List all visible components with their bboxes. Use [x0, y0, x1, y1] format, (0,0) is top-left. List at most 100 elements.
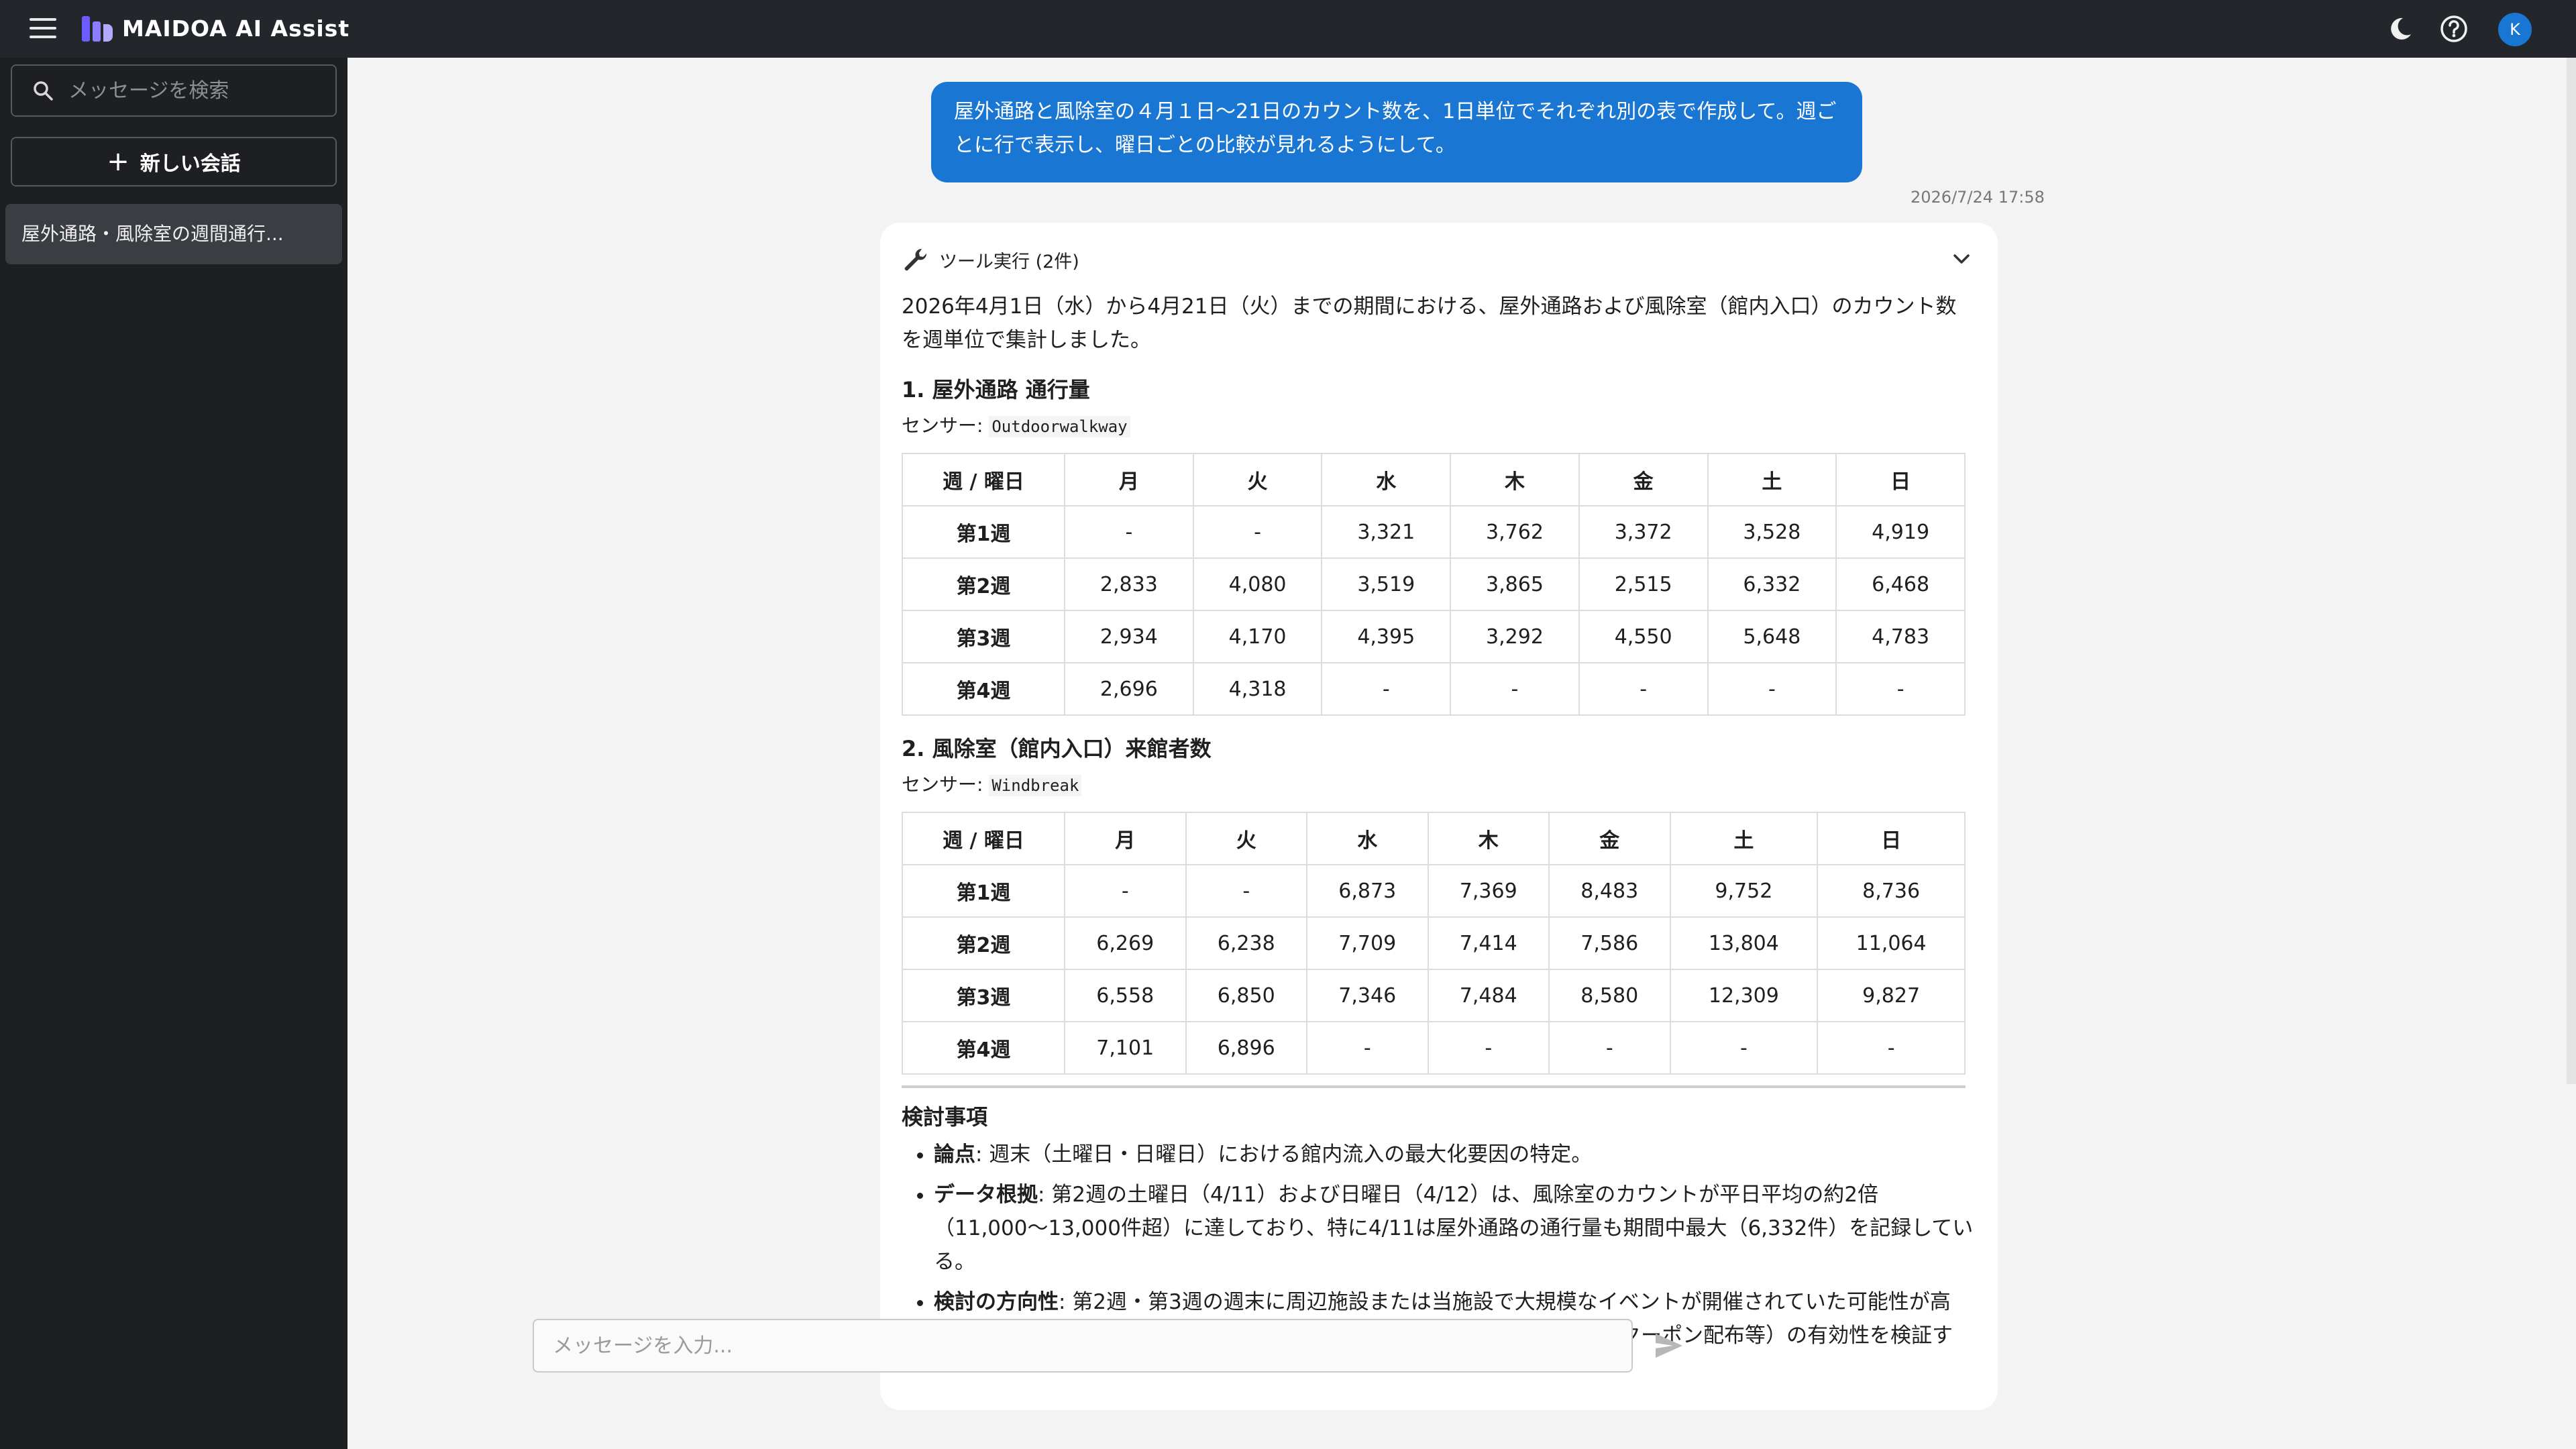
- message-timestamp: 2026/7/24 17:58: [1911, 188, 2045, 207]
- table-cell: 第1週: [902, 505, 1065, 559]
- table-cell: -: [1578, 662, 1709, 716]
- chat-main: 屋外通路と風除室の４月１日〜21日のカウント数を、1日単位でそれぞれ別の表で作成…: [347, 58, 2576, 1449]
- note-text: : 週末（土曜日・日曜日）における館内流入の最大化要因の特定。: [975, 1142, 1593, 1167]
- message-input[interactable]: [534, 1320, 1631, 1371]
- table-row: 第3週 6,558 6,850 7,346 7,484 8,580 12,309…: [902, 969, 1966, 1022]
- wrench-icon: [904, 248, 927, 271]
- table-cell: 第4週: [902, 662, 1065, 716]
- table-cell: 6,558: [1064, 969, 1187, 1022]
- table-header-row: 週 / 曜日 月 火 水 木 金 土 日: [902, 453, 1966, 506]
- table-cell: 4,080: [1192, 557, 1323, 611]
- user-message-bubble: 屋外通路と風除室の４月１日〜21日のカウント数を、1日単位でそれぞれ別の表で作成…: [931, 82, 1862, 182]
- table-row: 第2週 6,269 6,238 7,709 7,414 7,586 13,804…: [902, 916, 1966, 970]
- column-header: 週 / 曜日: [902, 453, 1065, 506]
- table-cell: 第4週: [902, 1021, 1065, 1075]
- tool-execution-toggle[interactable]: ツール実行 (2件): [902, 243, 1975, 276]
- help-icon[interactable]: [2439, 14, 2469, 44]
- sidebar: + 新しい会話 屋外通路・風除室の週間通行...: [0, 58, 347, 1449]
- table-cell: 第1週: [902, 864, 1065, 918]
- user-avatar[interactable]: K: [2498, 13, 2532, 46]
- send-icon[interactable]: [1652, 1328, 1686, 1363]
- column-header: 月: [1064, 453, 1194, 506]
- table-cell: 7,346: [1306, 969, 1429, 1022]
- table-cell: 3,321: [1321, 505, 1452, 559]
- table-cell: 2,696: [1064, 662, 1194, 716]
- sidebar-search[interactable]: [11, 64, 337, 117]
- table-row: 第1週 - - 6,873 7,369 8,483 9,752 8,736: [902, 864, 1966, 918]
- table-cell: 6,269: [1064, 916, 1187, 970]
- app-title: MAIDOA AI Assist: [122, 15, 350, 42]
- table-cell: -: [1064, 505, 1194, 559]
- table-cell: -: [1427, 1021, 1550, 1075]
- table-cell: 第2週: [902, 916, 1065, 970]
- new-chat-button[interactable]: + 新しい会話: [11, 137, 337, 186]
- message-search-input[interactable]: [67, 78, 335, 103]
- table-cell: 6,332: [1707, 557, 1837, 611]
- table-cell: 11,064: [1817, 916, 1966, 970]
- note-text: : 第2週の土曜日（4/11）および日曜日（4/12）は、風除室のカウントが平日…: [934, 1183, 1974, 1274]
- reply-content: 2026年4月1日（水）から4月21日（火）までの期間における、屋外通路および風…: [902, 290, 1975, 1359]
- table-cell: 12,309: [1669, 969, 1819, 1022]
- list-item: 論点: 週末（土曜日・日曜日）における館内流入の最大化要因の特定。: [934, 1138, 1975, 1171]
- table-cell: 13,804: [1669, 916, 1819, 970]
- windbreak-table: 週 / 曜日 月 火 水 木 金 土 日 第1週 - - 6,873 7,369: [902, 812, 1966, 1075]
- table-cell: 7,586: [1548, 916, 1671, 970]
- section-title-walkway: 1. 屋外通路 通行量: [902, 377, 1090, 402]
- moon-icon[interactable]: [2385, 14, 2415, 44]
- notes-title: 検討事項: [902, 1104, 988, 1130]
- table-cell: 7,101: [1064, 1021, 1187, 1075]
- table-cell: -: [1548, 1021, 1671, 1075]
- column-header: 週 / 曜日: [902, 812, 1065, 865]
- column-header: 月: [1064, 812, 1187, 865]
- sensor-line-walkway: センサー: Outdoorwalkway: [902, 411, 1975, 442]
- table-row: 第1週 - - 3,321 3,762 3,372 3,528 4,919: [902, 505, 1966, 559]
- column-header: 木: [1427, 812, 1550, 865]
- note-label: 検討の方向性: [934, 1290, 1059, 1314]
- column-header: 水: [1306, 812, 1429, 865]
- table-cell: 4,395: [1321, 610, 1452, 663]
- table-row: 第4週 2,696 4,318 - - - - -: [902, 662, 1966, 716]
- note-label: データ根拠: [934, 1183, 1038, 1207]
- table-cell: 3,762: [1450, 505, 1580, 559]
- table-cell: 3,865: [1450, 557, 1580, 611]
- table-cell: 3,528: [1707, 505, 1837, 559]
- table-cell: 9,827: [1817, 969, 1966, 1022]
- table-cell: -: [1192, 505, 1323, 559]
- table-row: 第3週 2,934 4,170 4,395 3,292 4,550 5,648 …: [902, 610, 1966, 663]
- table-cell: 8,483: [1548, 864, 1671, 918]
- scrollbar[interactable]: [2567, 58, 2576, 1084]
- table-cell: 5,648: [1707, 610, 1837, 663]
- table-cell: 4,550: [1578, 610, 1709, 663]
- column-header: 水: [1321, 453, 1452, 506]
- table-cell: 7,709: [1306, 916, 1429, 970]
- column-header: 金: [1548, 812, 1671, 865]
- table-cell: -: [1707, 662, 1837, 716]
- table-cell: -: [1185, 864, 1307, 918]
- new-chat-label: 新しい会話: [140, 152, 241, 176]
- table-cell: 第3週: [902, 969, 1065, 1022]
- table-cell: 6,850: [1185, 969, 1307, 1022]
- menu-icon[interactable]: [30, 18, 56, 40]
- table-cell: 3,292: [1450, 610, 1580, 663]
- table-cell: -: [1817, 1021, 1966, 1075]
- table-cell: 9,752: [1669, 864, 1819, 918]
- table-cell: 6,468: [1835, 557, 1966, 611]
- table-cell: 4,170: [1192, 610, 1323, 663]
- chevron-down-icon[interactable]: [1948, 246, 1975, 272]
- table-cell: 2,833: [1064, 557, 1194, 611]
- table-cell: 第2週: [902, 557, 1065, 611]
- table-cell: 4,318: [1192, 662, 1323, 716]
- table-cell: 7,369: [1427, 864, 1550, 918]
- column-header: 日: [1835, 453, 1966, 506]
- conversation-item[interactable]: 屋外通路・風除室の週間通行...: [5, 204, 342, 264]
- table-cell: -: [1835, 662, 1966, 716]
- sensor-id: Windbreak: [989, 775, 1082, 796]
- table-cell: -: [1064, 864, 1187, 918]
- table-cell: 4,919: [1835, 505, 1966, 559]
- table-row: 第2週 2,833 4,080 3,519 3,865 2,515 6,332 …: [902, 557, 1966, 611]
- table-cell: 6,896: [1185, 1021, 1307, 1075]
- sensor-label: センサー:: [902, 415, 989, 437]
- sensor-line-windbreak: センサー: Windbreak: [902, 769, 1975, 801]
- reply-intro: 2026年4月1日（水）から4月21日（火）までの期間における、屋外通路および風…: [902, 294, 1957, 352]
- message-composer[interactable]: [533, 1319, 1633, 1373]
